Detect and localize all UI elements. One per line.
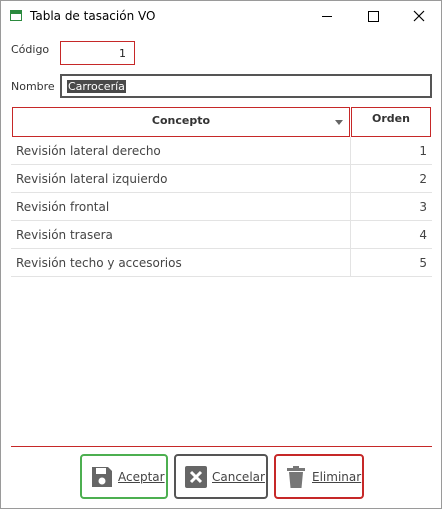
accept-button-label: Aceptar xyxy=(118,470,165,484)
concept-cell: Revisión trasera xyxy=(16,228,113,242)
concept-grid: Concepto Orden Revisión lateral derecho … xyxy=(11,107,432,277)
minimize-button[interactable] xyxy=(304,1,350,31)
name-field-value: Carrocería xyxy=(67,80,126,93)
table-row[interactable]: Revisión frontal 3 xyxy=(11,193,432,221)
column-header-concept[interactable]: Concepto xyxy=(12,107,350,137)
order-cell: 5 xyxy=(419,256,427,270)
delete-button-label: Eliminar xyxy=(312,470,362,484)
name-label: Nombre xyxy=(11,80,55,93)
table-row[interactable]: Revisión lateral derecho 1 xyxy=(11,137,432,165)
close-icon xyxy=(413,10,425,22)
column-header-concept-label: Concepto xyxy=(151,114,211,127)
column-divider xyxy=(350,137,351,164)
name-field[interactable]: Carrocería xyxy=(60,74,432,98)
save-icon xyxy=(92,467,112,487)
code-field[interactable]: 1 xyxy=(60,41,135,65)
code-label: Código xyxy=(11,43,50,56)
order-cell: 2 xyxy=(419,172,427,186)
order-cell: 4 xyxy=(419,228,427,242)
column-divider xyxy=(350,249,351,276)
cancel-button-label: Cancelar xyxy=(212,470,265,484)
grid-body: Revisión lateral derecho 1 Revisión late… xyxy=(11,137,432,277)
column-divider xyxy=(350,193,351,220)
window-title: Tabla de tasación VO xyxy=(30,9,156,23)
footer-divider xyxy=(11,446,432,447)
concept-cell: Revisión techo y accesorios xyxy=(16,256,182,270)
table-row[interactable]: Revisión trasera 4 xyxy=(11,221,432,249)
sort-arrow-icon[interactable] xyxy=(335,120,343,125)
concept-cell: Revisión lateral izquierdo xyxy=(16,172,168,186)
close-button[interactable] xyxy=(396,1,441,31)
table-row[interactable]: Revisión lateral izquierdo 2 xyxy=(11,165,432,193)
title-bar[interactable]: Tabla de tasación VO xyxy=(1,1,441,31)
app-icon xyxy=(10,10,22,21)
cancel-icon xyxy=(185,466,207,488)
maximize-button[interactable] xyxy=(350,1,396,31)
order-cell: 1 xyxy=(419,144,427,158)
dialog-window: Tabla de tasación VO Código 1 Nombre Car… xyxy=(0,0,442,509)
grid-header: Concepto Orden xyxy=(11,107,432,137)
concept-cell: Revisión frontal xyxy=(16,200,110,214)
accept-button[interactable]: Aceptar xyxy=(80,454,168,499)
cancel-button[interactable]: Cancelar xyxy=(174,454,268,499)
trash-icon xyxy=(287,466,305,488)
column-divider xyxy=(350,221,351,248)
column-divider xyxy=(350,165,351,192)
concept-cell: Revisión lateral derecho xyxy=(16,144,161,158)
table-row[interactable]: Revisión techo y accesorios 5 xyxy=(11,249,432,277)
column-header-order[interactable]: Orden xyxy=(351,107,431,137)
order-cell: 3 xyxy=(419,200,427,214)
delete-button[interactable]: Eliminar xyxy=(274,454,364,499)
